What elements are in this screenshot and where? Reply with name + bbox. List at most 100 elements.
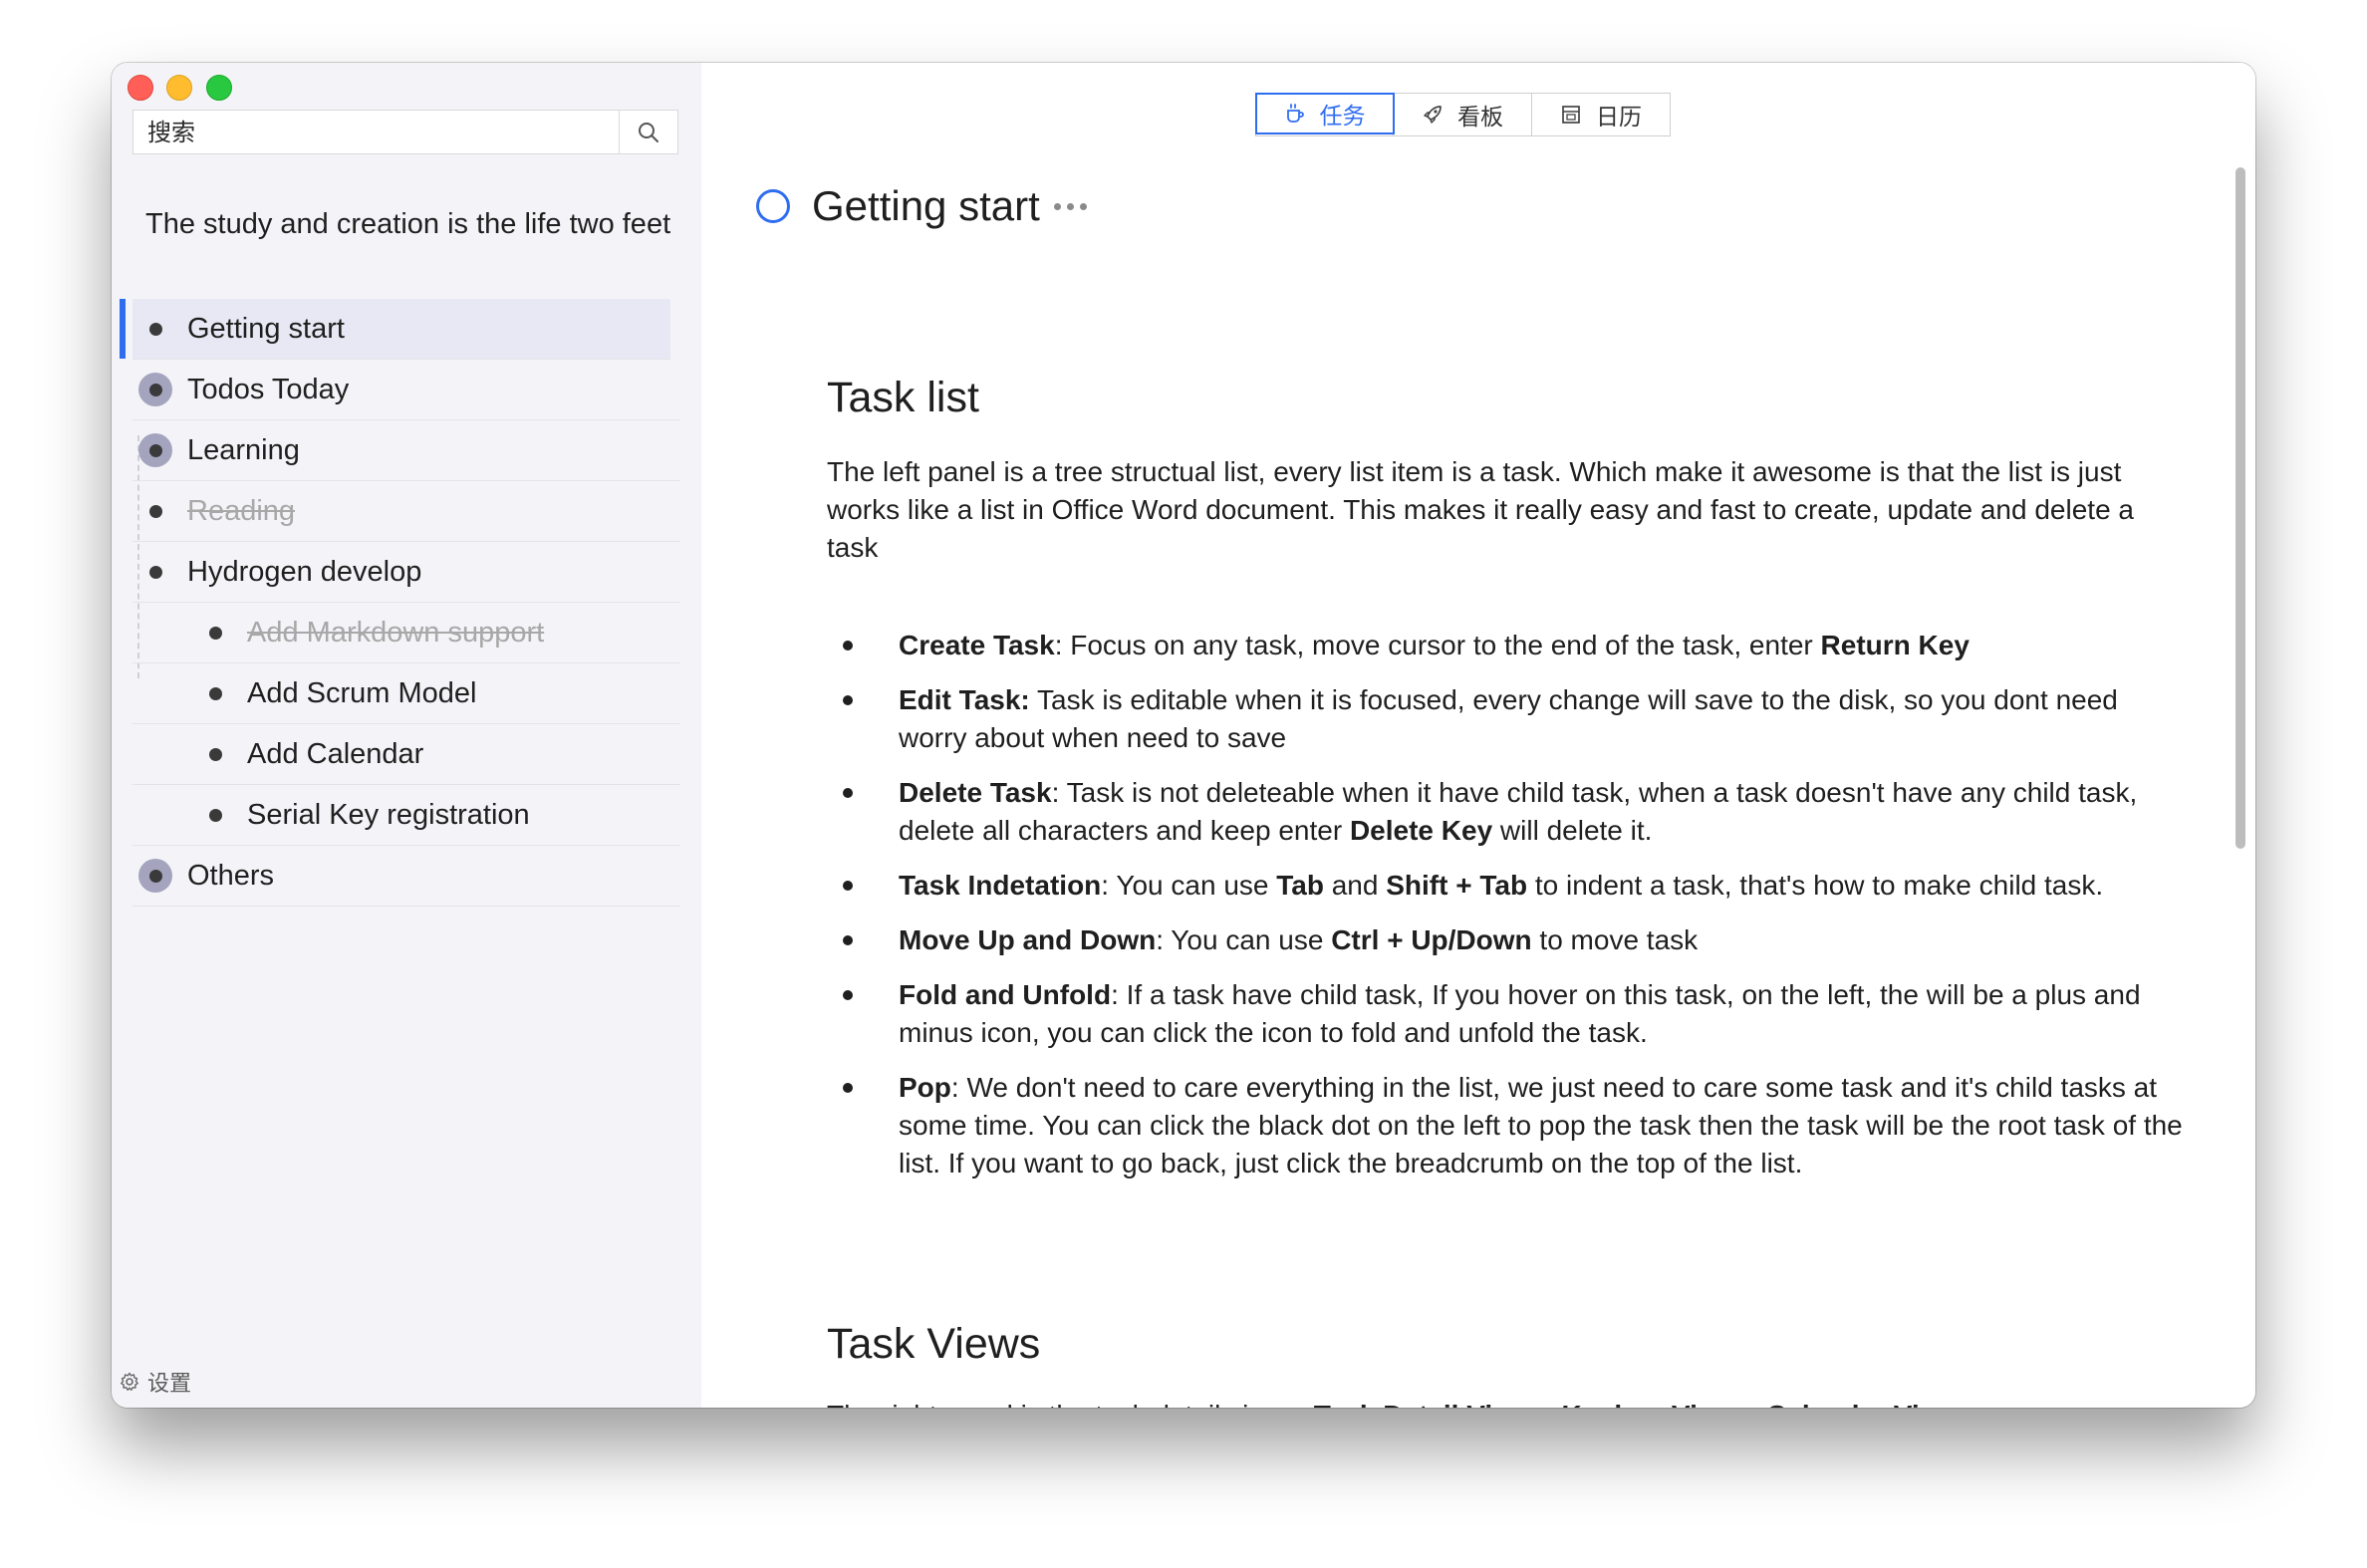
task-tree-item[interactable]: Getting start — [120, 299, 670, 360]
section-description: The left panel is a tree structual list,… — [827, 456, 2134, 563]
feature-key1: Tab — [1276, 870, 1324, 901]
feature-term: Delete Task — [899, 777, 1052, 808]
feature-text3: to indent a task, that's how to make chi… — [1527, 870, 2104, 901]
feature-term: Task Indetation — [899, 870, 1102, 901]
task-tree-item-label: Hydrogen develop — [187, 555, 422, 588]
task-tree: Getting start Todos Today Learning Reading H… — [120, 299, 680, 907]
feature-key1: Delete Key — [1349, 815, 1493, 846]
feature-item: Pop: We don't need to care everything in… — [827, 1069, 2192, 1182]
feature-text: You can use — [1116, 870, 1277, 901]
feature-sep — [1030, 684, 1037, 715]
task-bullet[interactable] — [138, 433, 172, 467]
feature-sep: : — [1054, 630, 1071, 660]
bullet-dot-icon — [148, 565, 162, 579]
feature-sep: : — [950, 1072, 967, 1103]
feature-item: Move Up and Down: You can use Ctrl + Up/… — [827, 921, 2192, 959]
tab-tasks-label: 任务 — [1319, 103, 1366, 130]
bullet-dot-icon — [208, 747, 222, 761]
bullet-dot-icon — [148, 443, 162, 457]
feature-term: Move Up and Down — [899, 924, 1157, 955]
bullet-dot-icon — [208, 686, 222, 700]
bullet-dot-icon — [208, 808, 222, 822]
task-bullet[interactable] — [138, 555, 172, 589]
tree-root-title[interactable]: The study and creation is the life two f… — [145, 202, 673, 246]
feature-term: Create Task — [899, 630, 1055, 660]
task-bullet[interactable] — [138, 494, 172, 528]
calendar-icon — [1562, 106, 1580, 124]
bullet-dot-icon — [208, 626, 222, 640]
task-tree-item-label: Serial Key registration — [247, 798, 530, 831]
feature-item: Create Task: Focus on any task, move cur… — [827, 627, 2192, 664]
bullet-dot-icon — [148, 869, 162, 883]
feature-sep: : — [1101, 870, 1117, 901]
task-bullet[interactable] — [138, 312, 172, 346]
task-bullet[interactable] — [198, 737, 232, 771]
task-bullet[interactable] — [138, 373, 172, 406]
task-tree-item[interactable]: Serial Key registration — [132, 785, 680, 846]
task-tree-item-label: Getting start — [187, 312, 345, 345]
task-tree-item-label: Add Markdown support — [247, 616, 545, 649]
task-tree-item[interactable]: Reading — [132, 481, 680, 542]
bullet-dot-icon — [148, 504, 162, 518]
feature-item: Delete Task: Task is not deleteable when… — [827, 774, 2192, 850]
task-title[interactable]: Getting start — [812, 182, 1040, 230]
window-close-button[interactable] — [128, 75, 153, 101]
feature-text2: to move task — [1531, 924, 1699, 955]
view-tabs: 任务 看板 日历 — [1254, 92, 1671, 136]
task-tree-item[interactable]: Todos Today — [132, 360, 680, 420]
search-input[interactable] — [133, 111, 619, 153]
tab-calendar-label: 日历 — [1596, 105, 1642, 131]
main-panel: 任务 看板 日历 Getting start Task list The lef… — [701, 63, 2255, 1408]
app-window: The study and creation is the life two f… — [112, 63, 2255, 1408]
gear-icon — [121, 1372, 138, 1391]
tab-tasks[interactable]: 任务 — [1254, 92, 1395, 134]
task-tree-item-label: Add Scrum Model — [247, 676, 477, 709]
task-tree-item[interactable]: Add Markdown support — [132, 603, 680, 663]
settings-label: 设置 — [147, 1372, 192, 1397]
feature-text: You can use — [1171, 924, 1332, 955]
task-views-description: The right panel is the task detail views… — [827, 1397, 2192, 1408]
task-tree-item-label: Reading — [187, 494, 296, 527]
task-tree-item[interactable]: Learning — [132, 420, 680, 481]
feature-term: Fold and Unfold — [899, 979, 1112, 1010]
task-tree-item[interactable]: Others — [132, 846, 680, 907]
task-tree-item[interactable]: Add Calendar — [132, 724, 680, 785]
feature-item: Task Indetation: You can use Tab and Shi… — [827, 867, 2192, 905]
task-header: Getting start — [756, 182, 1087, 230]
feature-sep: : — [1051, 777, 1067, 808]
feature-list: Create Task: Focus on any task, move cur… — [827, 627, 2192, 1199]
task-bullet[interactable] — [198, 676, 232, 710]
feature-term: Edit Task: — [899, 684, 1030, 715]
feature-key2: Shift + Tab — [1386, 870, 1528, 901]
feature-text2: and — [1323, 870, 1387, 901]
task-complete-toggle[interactable] — [756, 189, 790, 223]
search-box — [132, 110, 678, 154]
section-heading-task-views: Task Views — [827, 1320, 1041, 1368]
more-options-icon[interactable] — [1053, 197, 1087, 216]
task-tree-item-label: Todos Today — [187, 373, 350, 405]
task-bullet[interactable] — [198, 616, 232, 650]
settings-button[interactable]: 设置 — [120, 1366, 191, 1398]
feature-text2: will delete it. — [1492, 815, 1653, 846]
feature-term: Pop — [899, 1072, 951, 1103]
search-button[interactable] — [619, 111, 677, 153]
task-tree-item[interactable]: Hydrogen develop — [132, 542, 680, 603]
feature-item: Fold and Unfold: If a task have child ta… — [827, 976, 2192, 1052]
window-minimize-button[interactable] — [166, 75, 192, 101]
feature-text: Task is editable when it is focused, eve… — [899, 684, 2118, 753]
feature-text: We don't need to care everything in the … — [899, 1072, 2183, 1178]
task-views-bold: Task Detail View + Kanban View + Calenda… — [1314, 1400, 1957, 1408]
task-bullet[interactable] — [198, 798, 232, 832]
tab-kanban[interactable]: 看板 — [1393, 94, 1531, 135]
tab-kanban-label: 看板 — [1457, 105, 1503, 131]
rocket-icon — [1424, 106, 1442, 124]
sidebar: The study and creation is the life two f… — [112, 63, 701, 1408]
task-tree-item[interactable]: Add Scrum Model — [132, 663, 680, 724]
task-tree-item-label: Add Calendar — [247, 737, 424, 770]
task-bullet[interactable] — [138, 859, 172, 893]
window-maximize-button[interactable] — [206, 75, 232, 101]
scrollbar[interactable] — [2236, 167, 2245, 849]
tab-calendar[interactable]: 日历 — [1531, 94, 1670, 135]
feature-key1: Return Key — [1820, 630, 1970, 660]
feature-item: Edit Task: Task is editable when it is f… — [827, 681, 2192, 757]
